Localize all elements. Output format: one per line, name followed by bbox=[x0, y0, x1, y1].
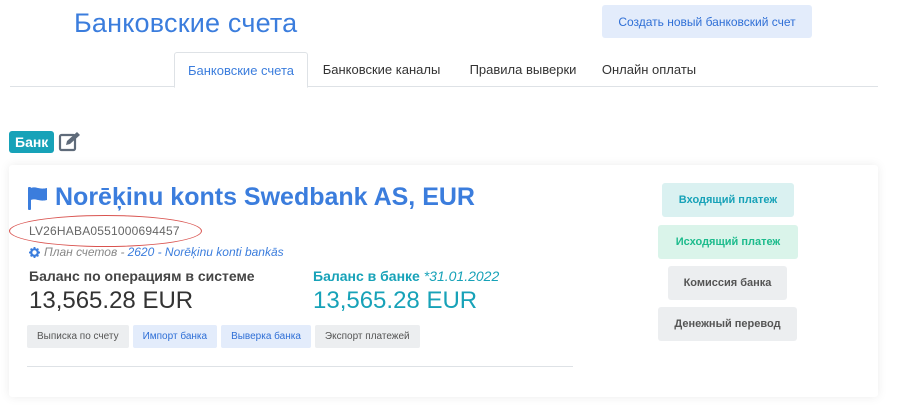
money-transfer-button[interactable]: Денежный перевод bbox=[658, 307, 797, 341]
create-bank-account-button[interactable]: Создать новый банковский счет bbox=[602, 5, 812, 38]
page-title: Банковские счета bbox=[74, 8, 298, 38]
outgoing-payment-button[interactable]: Исходящий платеж bbox=[658, 225, 798, 259]
edit-icon[interactable] bbox=[58, 131, 82, 153]
bank-balance-value: 13,565.28 EUR bbox=[313, 287, 478, 314]
account-title-link[interactable]: Norēķinu konts Swedbank AS, EUR bbox=[27, 183, 475, 212]
chart-of-accounts-link[interactable]: 2620 - Norēķinu konti bankās bbox=[128, 245, 284, 259]
bank-account-card: Norēķinu konts Swedbank AS, EUR LV26HABA… bbox=[9, 165, 878, 397]
tab-online-payments[interactable]: Онлайн оплаты bbox=[593, 52, 705, 87]
card-divider bbox=[27, 366, 573, 367]
bank-balance-date: *31.01.2022 bbox=[423, 268, 500, 284]
tab-bank-channels[interactable]: Банковские каналы bbox=[310, 52, 453, 87]
chart-of-accounts-label: План счетов - bbox=[44, 245, 125, 259]
bank-badge: Банк bbox=[9, 131, 55, 153]
incoming-payment-button[interactable]: Входящий платеж bbox=[662, 183, 794, 217]
iban-number: LV26HABA0551000694457 bbox=[29, 224, 180, 238]
system-balance-value: 13,565.28 EUR bbox=[29, 287, 194, 314]
bank-section-header: Банк bbox=[9, 131, 82, 153]
export-payments-button[interactable]: Экспорт платежей bbox=[314, 325, 420, 348]
bank-import-button[interactable]: Импорт банка bbox=[132, 325, 218, 348]
flag-icon bbox=[28, 186, 47, 210]
bank-balance-label-row: Баланс в банке *31.01.2022 bbox=[313, 268, 499, 284]
bank-balance-label: Баланс в банке bbox=[313, 268, 420, 284]
account-title: Norēķinu konts Swedbank AS, EUR bbox=[55, 183, 475, 211]
tab-reconciliation-rules[interactable]: Правила выверки bbox=[457, 52, 589, 87]
gear-icon bbox=[29, 246, 40, 258]
chart-of-accounts-row: План счетов - 2620 - Norēķinu konti bank… bbox=[29, 245, 284, 259]
statement-button[interactable]: Выписка по счету bbox=[27, 325, 129, 348]
bank-reconciliation-button[interactable]: Выверка банка bbox=[221, 325, 311, 348]
tabs-bar: Банковские счета Банковские каналы Прави… bbox=[10, 52, 878, 88]
system-balance-label: Баланс по операциям в системе bbox=[29, 268, 255, 284]
bank-fee-button[interactable]: Комиссия банка bbox=[668, 266, 787, 300]
tab-bank-accounts[interactable]: Банковские счета bbox=[174, 52, 308, 88]
account-actions: Выписка по счету Импорт банка Выверка ба… bbox=[27, 325, 420, 348]
